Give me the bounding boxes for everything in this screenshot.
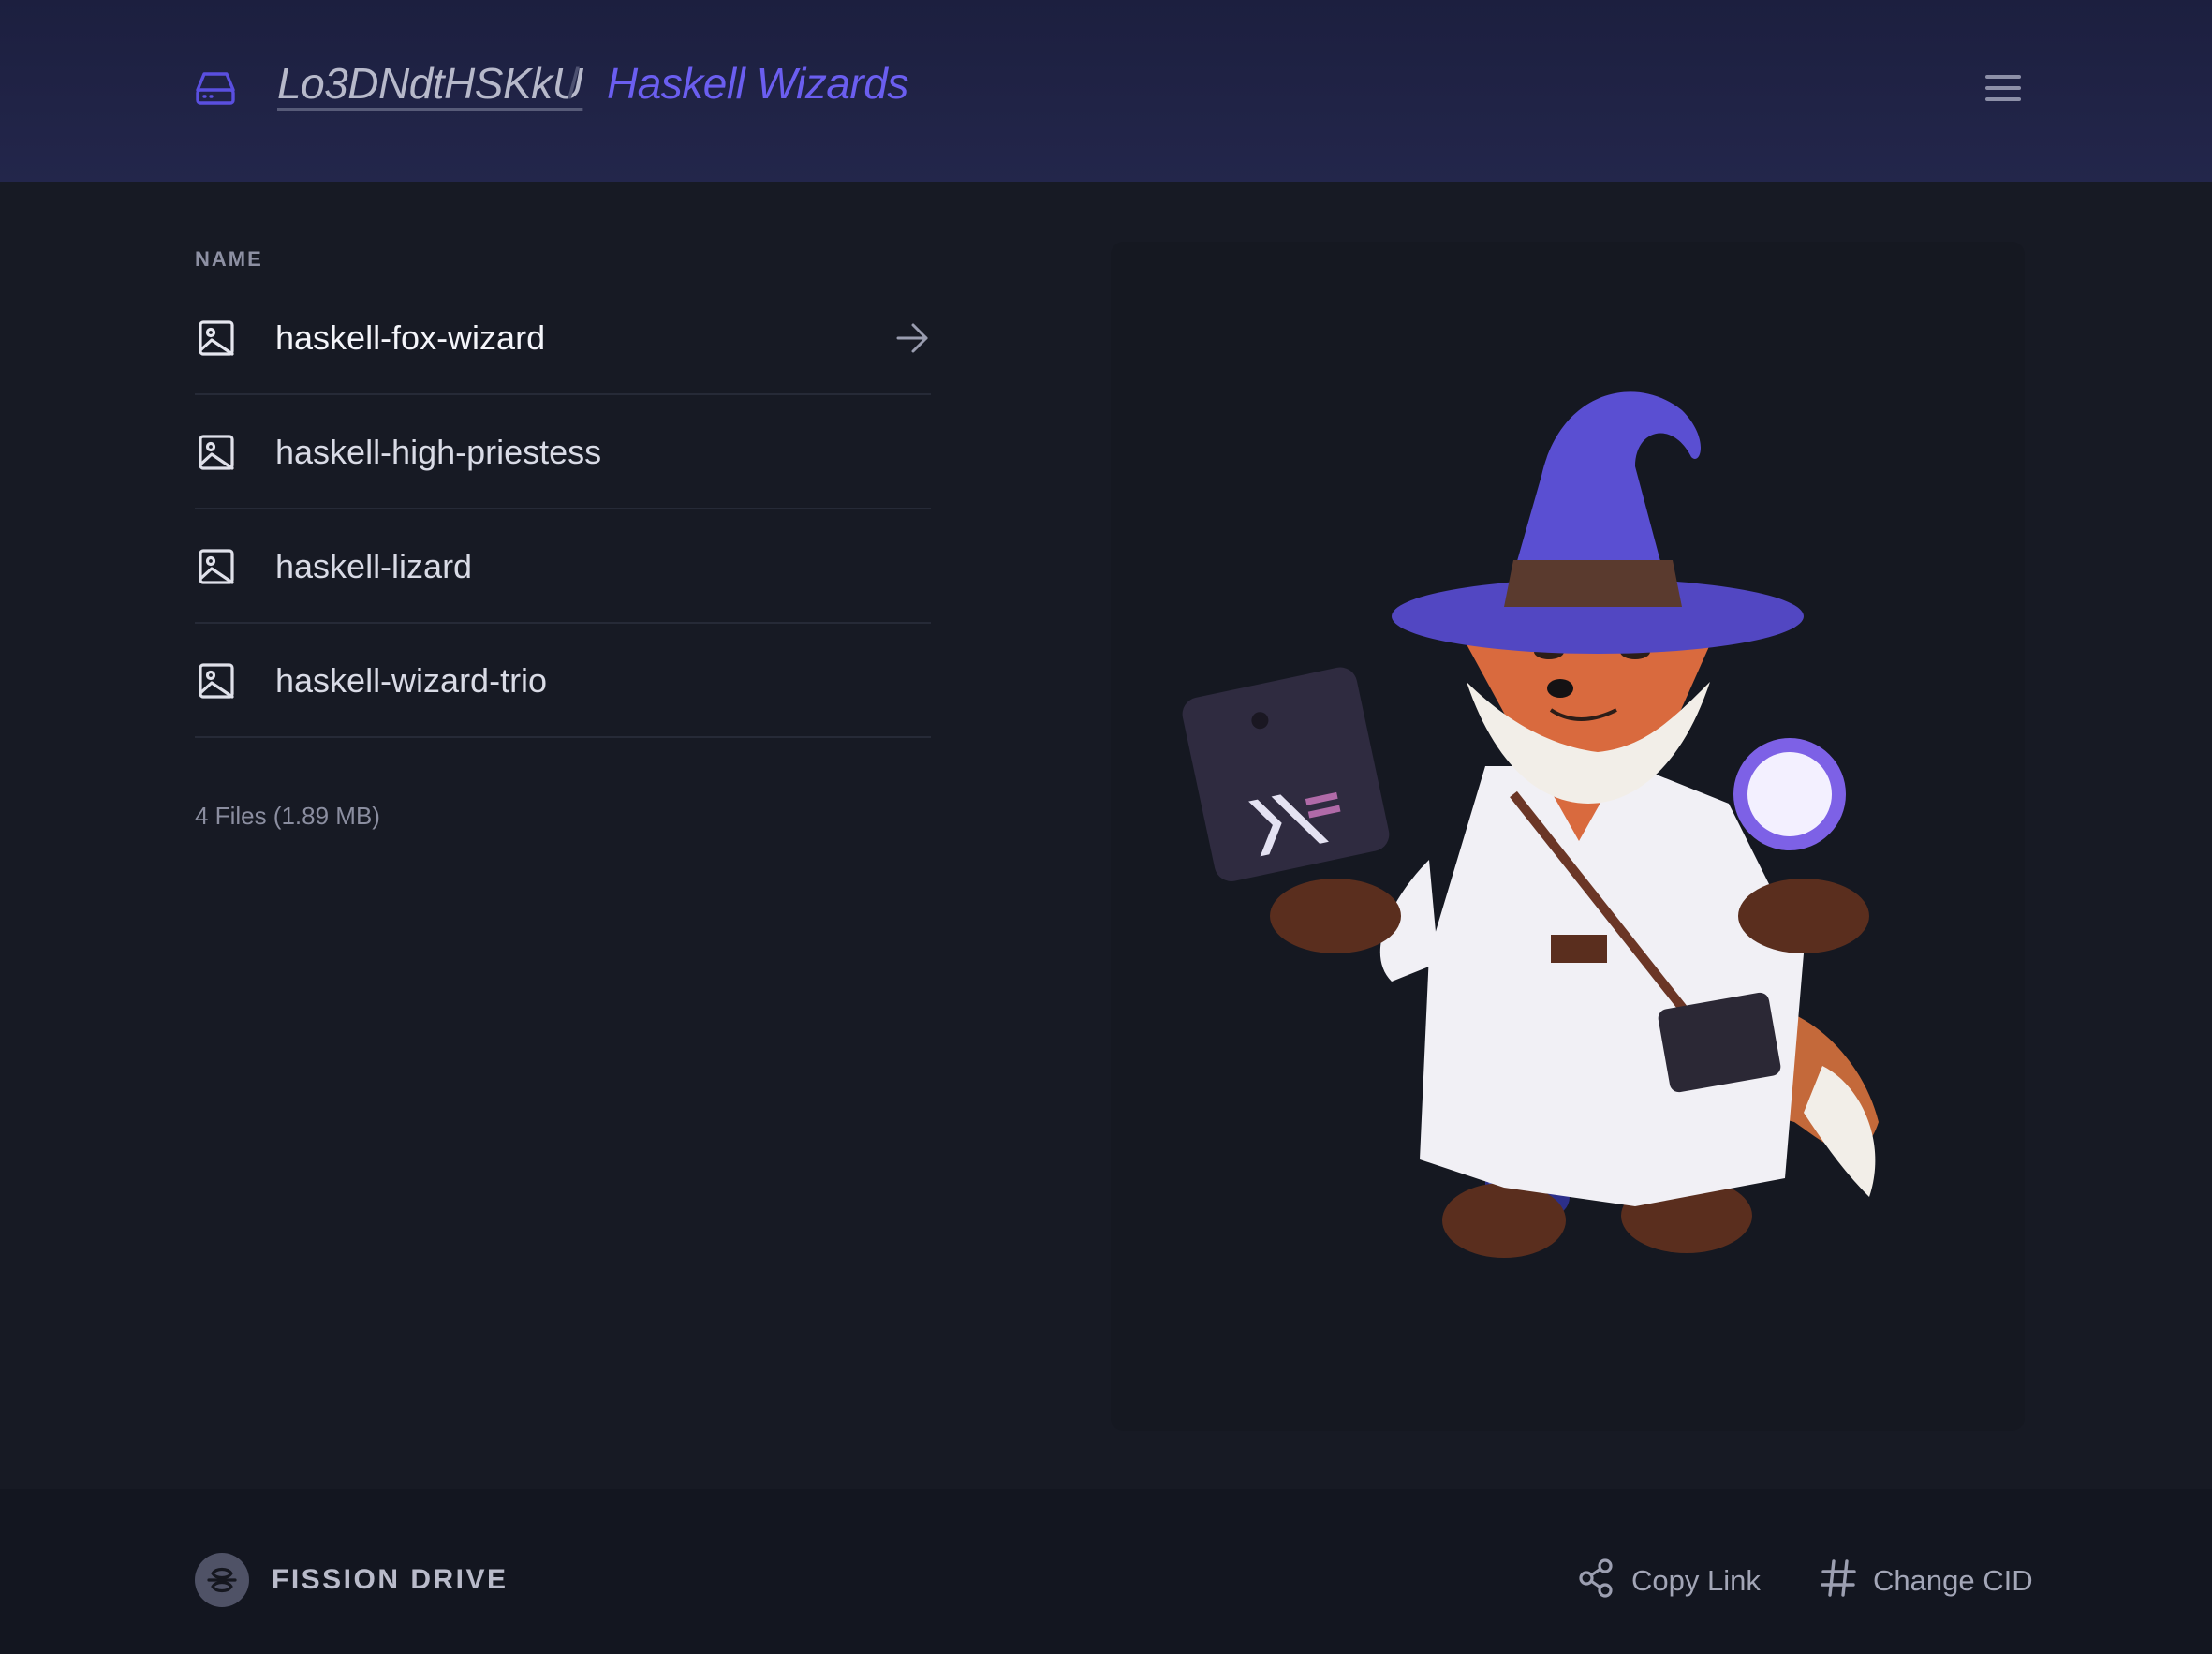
image-file-icon [199, 320, 234, 356]
header-bar: Lo3DNdtHSKkU / Haskell Wizards [0, 0, 2212, 182]
file-name: haskell-lizard [275, 547, 473, 585]
file-row-haskell-fox-wizard[interactable]: haskell-fox-wizard [195, 281, 931, 395]
file-name: haskell-high-priestess [275, 433, 602, 471]
copy-link-label: Copy Link [1631, 1564, 1761, 1597]
hamburger-menu-icon[interactable] [1983, 73, 2025, 103]
file-name: haskell-wizard-trio [275, 661, 548, 700]
file-list: haskell-fox-wizard haskell-high-priestes… [195, 281, 931, 738]
drive-icon[interactable] [195, 69, 236, 107]
file-row-haskell-wizard-trio[interactable]: haskell-wizard-trio [195, 624, 931, 738]
change-cid-button[interactable]: Change CID [1819, 1558, 2033, 1602]
breadcrumb-current: Haskell Wizards [607, 59, 908, 108]
image-file-icon [199, 663, 234, 699]
file-row-haskell-high-priestess[interactable]: haskell-high-priestess [195, 395, 931, 509]
brand-name: FISSION DRIVE [272, 1564, 509, 1595]
change-cid-label: Change CID [1873, 1564, 2033, 1597]
image-file-icon [199, 435, 234, 470]
file-row-haskell-lizard[interactable]: haskell-lizard [195, 509, 931, 624]
copy-link-button[interactable]: Copy Link [1577, 1558, 1774, 1602]
breadcrumb-separator: / [568, 59, 580, 108]
breadcrumb-root-link[interactable]: Lo3DNdtHSKkU [277, 58, 583, 109]
image-file-icon [199, 549, 234, 584]
hash-icon [1821, 1559, 1856, 1597]
fox-wizard-illustration[interactable] [1111, 242, 2025, 1431]
image-preview-panel [1111, 242, 2025, 1431]
arrow-right-icon[interactable] [895, 322, 929, 354]
app-root: Lo3DNdtHSKkU / Haskell Wizards NAME hask… [0, 0, 2212, 1654]
share-icon [1579, 1558, 1613, 1598]
file-name: haskell-fox-wizard [275, 318, 546, 357]
name-column-header[interactable]: NAME [195, 247, 263, 272]
fission-logo-icon[interactable] [195, 1553, 249, 1607]
file-count-summary: 4 Files (1.89 MB) [195, 802, 380, 830]
